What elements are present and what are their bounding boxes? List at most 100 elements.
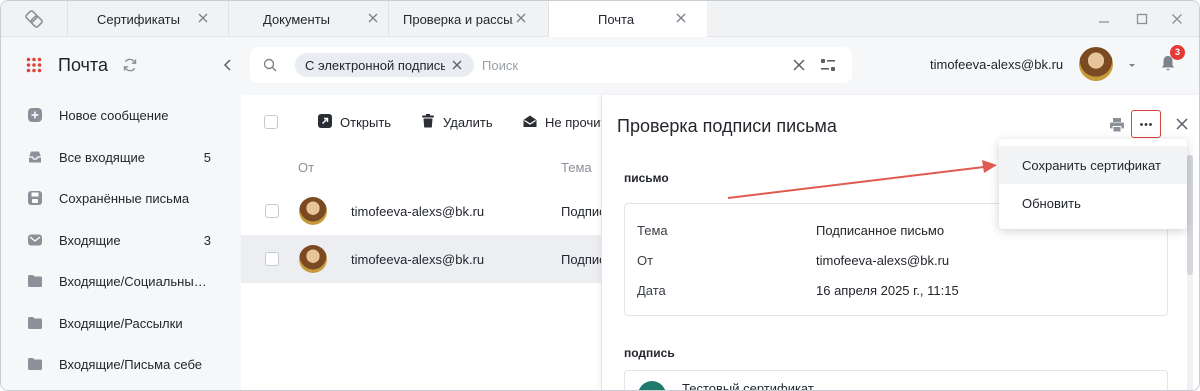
sidebar-item-inbox-social[interactable]: Входящие/Социальные сети — [1, 261, 241, 301]
delete-button[interactable]: Удалить — [421, 113, 501, 131]
sidebar-item-label: Входящие/Рассылки — [59, 316, 183, 331]
app-title: Почта — [58, 55, 108, 75]
field-label: Тема — [637, 223, 668, 238]
select-all-checkbox[interactable] — [264, 115, 278, 129]
folder-icon — [28, 358, 42, 370]
maximize-icon[interactable] — [1133, 10, 1151, 28]
tab-mail[interactable]: Почта — [548, 1, 707, 37]
row-checkbox[interactable] — [265, 252, 279, 266]
close-icon[interactable] — [195, 10, 211, 26]
column-header-from[interactable]: От — [298, 160, 314, 175]
field-label: От — [637, 253, 654, 268]
filter-settings-icon[interactable] — [820, 57, 836, 73]
envelope-open-icon — [523, 115, 537, 127]
chevron-down-icon[interactable] — [1127, 61, 1137, 69]
certificate-avatar — [638, 381, 666, 390]
sidebar-item-label: Все входящие — [59, 150, 146, 165]
panel-title: Проверка подписи письма — [617, 116, 837, 136]
signature-section-title: подпись — [624, 346, 675, 360]
sender-avatar — [299, 245, 327, 273]
field-value: timofeeva-alexs@bk.ru — [816, 253, 950, 268]
mail-subject: Подписанное письмо — [561, 204, 601, 219]
scrollbar-thumb[interactable] — [1187, 155, 1193, 275]
tab-bar: Сертификаты Документы Проверка и рассылк… — [1, 1, 1199, 37]
certificate-name: Тестовый сертификат — [682, 381, 814, 391]
menu-item-label: Обновить — [1022, 196, 1081, 211]
close-window-icon[interactable] — [1168, 10, 1186, 28]
more-options-button[interactable] — [1131, 110, 1161, 138]
mail-row[interactable]: timofeeva-alexs@bk.ru Подписанное письмо — [241, 187, 601, 235]
remove-filter-icon[interactable] — [449, 57, 465, 73]
mark-unread-button[interactable]: Не прочитано — [523, 113, 601, 131]
tab-label: Сертификаты — [97, 12, 180, 27]
scrollbar[interactable] — [1187, 155, 1193, 390]
column-header-subject[interactable]: Тема — [561, 160, 592, 175]
mail-row-selected[interactable]: timofeeva-alexs@bk.ru Подписанное письмо — [241, 235, 601, 283]
info-row-date: Дата 16 апреля 2025 г., 11:15 — [625, 283, 1169, 303]
mail-toolbar: Открыть Удалить Не прочитано — [241, 95, 601, 149]
clear-search-icon[interactable] — [791, 57, 807, 73]
open-external-icon — [318, 114, 332, 128]
field-value: 16 апреля 2025 г., 11:15 — [816, 283, 959, 298]
close-icon[interactable] — [365, 10, 381, 26]
print-icon[interactable] — [1109, 117, 1125, 133]
search-icon — [263, 58, 277, 72]
search-bar[interactable]: С электронной подписью — [250, 47, 852, 83]
tab-documents[interactable]: Документы — [228, 1, 388, 37]
sidebar-item-new-message[interactable]: Новое сообщение — [1, 95, 241, 135]
refresh-icon[interactable] — [122, 57, 138, 73]
more-dots-icon — [1140, 123, 1152, 126]
menu-item-save-certificate[interactable]: Сохранить сертификат — [999, 146, 1187, 184]
signature-card[interactable]: Тестовый сертификат — [624, 370, 1168, 391]
sidebar-item-label: Входящие/Письма себе — [59, 357, 203, 372]
sidebar-item-label: Входящие/Социальные сети — [59, 274, 209, 289]
notification-badge: 3 — [1170, 45, 1185, 60]
sidebar-item-label: Новое сообщение — [59, 108, 169, 123]
unread-count: 5 — [203, 150, 211, 165]
plus-square-icon — [28, 108, 42, 122]
apps-grid-icon[interactable] — [26, 57, 42, 73]
menu-item-label: Сохранить сертификат — [1022, 158, 1161, 173]
info-row-from: От timofeeva-alexs@bk.ru — [625, 253, 1169, 273]
tab-certificates[interactable]: Сертификаты — [67, 1, 228, 37]
sidebar-item-label: Сохранённые письма — [59, 191, 190, 206]
sidebar-item-label: Входящие — [59, 233, 121, 248]
letter-section-title: письмо — [624, 171, 669, 185]
menu-item-refresh[interactable]: Обновить — [999, 184, 1187, 222]
sidebar-item-saved[interactable]: Сохранённые письма — [1, 178, 241, 218]
close-icon[interactable] — [673, 10, 689, 26]
search-input[interactable] — [482, 55, 782, 75]
minimize-icon[interactable] — [1095, 10, 1113, 28]
tab-label: Документы — [263, 12, 331, 27]
row-checkbox[interactable] — [265, 204, 279, 218]
close-icon[interactable] — [1175, 117, 1189, 131]
sidebar-item-all-inbox[interactable]: Все входящие 5 — [1, 137, 241, 177]
close-icon[interactable] — [513, 10, 529, 26]
field-value: Подписанное письмо — [816, 223, 945, 238]
sender-email: timofeeva-alexs@bk.ru — [351, 252, 485, 267]
save-icon — [28, 191, 42, 205]
sidebar-item-inbox-newsletters[interactable]: Входящие/Рассылки — [1, 303, 241, 343]
sidebar-item-inbox[interactable]: Входящие 3 — [1, 220, 241, 260]
app-header: Почта С электронной подписью timofeeva-a… — [1, 37, 1199, 95]
open-button[interactable]: Открыть — [318, 113, 398, 131]
search-filter-chip-label: С электронной подписью — [305, 58, 445, 73]
mail-subject: Подписанное письмо — [561, 252, 601, 267]
field-label: Дата — [637, 283, 666, 298]
search-filter-chip[interactable]: С электронной подписью — [295, 53, 474, 77]
mark-unread-button-label: Не прочитано — [545, 115, 601, 130]
unread-count: 3 — [203, 233, 211, 248]
tab-verify-and-send[interactable]: Проверка и рассылка — [388, 1, 548, 37]
user-avatar[interactable] — [1079, 47, 1113, 81]
sidebar-item-inbox-self[interactable]: Входящие/Письма себе — [1, 344, 241, 384]
user-email[interactable]: timofeeva-alexs@bk.ru — [930, 57, 1063, 72]
folder-icon — [28, 317, 42, 329]
inbox-icon — [29, 151, 41, 163]
app-logo-icon — [25, 10, 43, 28]
more-options-menu: Сохранить сертификат Обновить — [999, 139, 1187, 229]
collapse-sidebar-icon[interactable] — [220, 57, 236, 73]
delete-button-label: Удалить — [443, 115, 493, 130]
open-button-label: Открыть — [340, 115, 392, 130]
mail-icon — [28, 234, 42, 246]
mail-list: Открыть Удалить Не прочитано От Тема tim… — [241, 95, 601, 390]
